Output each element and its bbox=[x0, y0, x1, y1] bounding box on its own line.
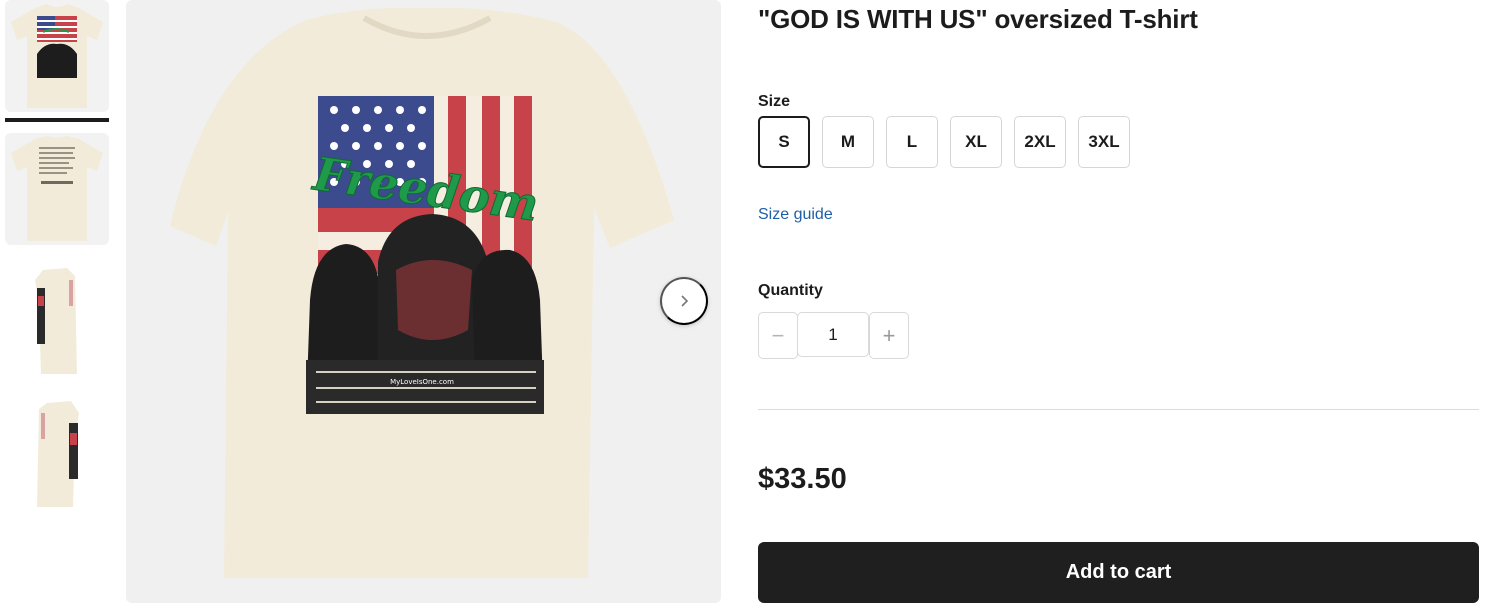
shirt-back-thumb-image bbox=[11, 136, 103, 241]
size-guide-link[interactable]: Size guide bbox=[758, 206, 833, 224]
thumbnail-left-side[interactable] bbox=[5, 266, 109, 378]
thumbnail-front[interactable] bbox=[5, 0, 109, 112]
decrement-button[interactable]: − bbox=[758, 312, 798, 359]
quantity-label: Quantity bbox=[758, 282, 823, 299]
size-option-m[interactable]: M bbox=[822, 116, 874, 168]
size-option-s[interactable]: S bbox=[758, 116, 810, 168]
divider bbox=[758, 409, 1479, 410]
shirt-left-thumb-image bbox=[35, 268, 77, 374]
thumbnail-back[interactable] bbox=[5, 133, 109, 245]
size-option-2xl[interactable]: 2XL bbox=[1014, 116, 1066, 168]
shirt-front-thumb-image bbox=[11, 4, 103, 108]
shirt-front-image: Freedom MyLoveIsOne.com bbox=[170, 7, 674, 578]
increment-button[interactable]: + bbox=[869, 312, 909, 359]
size-option-l[interactable]: L bbox=[886, 116, 938, 168]
active-thumbnail-indicator bbox=[5, 118, 109, 122]
add-to-cart-button[interactable]: Add to cart bbox=[758, 542, 1479, 603]
plus-icon: + bbox=[882, 322, 896, 348]
next-image-button[interactable] bbox=[660, 277, 708, 325]
size-option-xl[interactable]: XL bbox=[950, 116, 1002, 168]
quantity-input[interactable] bbox=[797, 312, 869, 357]
thumbnail-right-side[interactable] bbox=[5, 399, 109, 511]
watermark-text: MyLoveIsOne.com bbox=[390, 378, 454, 386]
size-label: Size bbox=[758, 93, 791, 110]
size-option-3xl[interactable]: 3XL bbox=[1078, 116, 1130, 168]
shirt-right-thumb-image bbox=[37, 401, 79, 507]
main-product-image: Freedom MyLoveIsOne.com bbox=[126, 0, 721, 603]
price: $33.50 bbox=[758, 463, 847, 495]
chevron-right-icon bbox=[681, 295, 689, 307]
product-title: "GOD IS WITH US" oversized T-shirt bbox=[758, 4, 1198, 34]
minus-icon: − bbox=[771, 322, 785, 348]
quantity-stepper: − + bbox=[758, 312, 909, 359]
